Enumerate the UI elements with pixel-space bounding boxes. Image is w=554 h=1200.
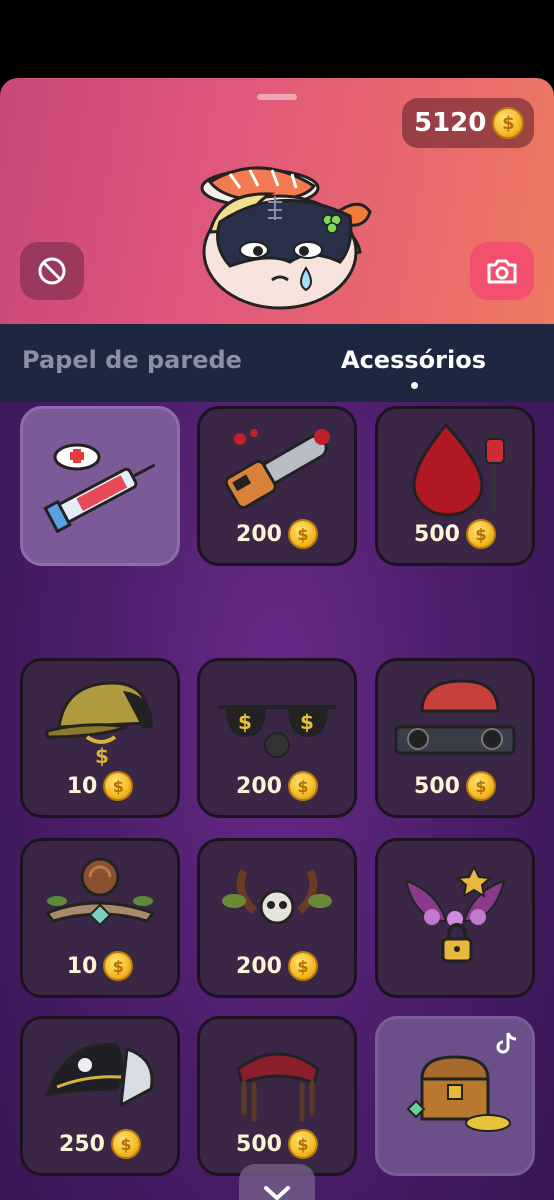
price-value: 500: [414, 521, 460, 547]
price-value: 10: [66, 953, 98, 979]
item-treasure-chest[interactable]: [375, 1016, 535, 1176]
item-dreadlocks-bandana[interactable]: 500: [197, 1016, 357, 1176]
cap-icon: $: [45, 681, 153, 768]
item-price: 10: [23, 771, 177, 801]
collapse-button[interactable]: [239, 1164, 315, 1200]
price-value: 10: [66, 773, 98, 799]
item-price: 10: [23, 951, 177, 981]
coin-balance: 5120: [402, 98, 534, 148]
accessory-grid: 200 500 $ 10: [0, 402, 554, 1200]
item-price: 250: [23, 1129, 177, 1159]
coin-icon: [287, 1129, 318, 1159]
coin-balance-value: 5120: [414, 108, 487, 138]
avatar-preview: 5120: [0, 78, 554, 324]
price-value: 250: [59, 1131, 105, 1157]
item-forest-crown[interactable]: 10: [20, 838, 180, 998]
coin-icon: [110, 1129, 141, 1159]
bandana-icon: [236, 1052, 320, 1122]
price-value: 500: [236, 1131, 282, 1157]
item-blood-drip[interactable]: 500: [375, 406, 535, 566]
item-price: 200: [200, 519, 354, 549]
avatar-character: [200, 166, 372, 310]
coin-icon: [287, 519, 318, 549]
price-value: 200: [236, 521, 282, 547]
item-gold-cap-chain[interactable]: $ 10: [20, 658, 180, 818]
skull-horns-icon: [222, 869, 332, 925]
lock-icon: [441, 923, 473, 963]
forest-crown-icon: [44, 857, 156, 927]
item-dj-deck-cap[interactable]: 500: [375, 658, 535, 818]
coin-icon: [287, 951, 318, 981]
chainsaw-icon: [224, 429, 330, 510]
sheet-grabber[interactable]: [257, 94, 297, 100]
customization-sheet: 5120 $ Papel de parede Acessórios 200 $ …: [0, 78, 554, 1200]
svg-text:$: $: [300, 710, 314, 734]
coin-icon: [465, 771, 496, 801]
item-price: 500: [378, 519, 532, 549]
item-price: 500: [200, 1129, 354, 1159]
item-price: 500: [378, 771, 532, 801]
chevron-down-icon: [264, 1186, 290, 1200]
coin-icon: [103, 771, 134, 801]
pirate-hat-icon: [44, 1042, 154, 1108]
syringe-icon: [43, 443, 156, 534]
blood-drop-icon: [412, 422, 505, 517]
prohibited-icon: [38, 257, 66, 285]
status-bar-area: [0, 0, 554, 78]
item-dollar-sunglasses[interactable]: $ $ 200: [197, 658, 357, 818]
camera-button[interactable]: [470, 242, 534, 300]
treasure-chest-icon: [406, 1055, 511, 1132]
svg-text:$: $: [238, 710, 252, 734]
tab-wallpaper[interactable]: Papel de parede: [22, 346, 242, 374]
price-value: 500: [414, 773, 460, 799]
item-bloody-chainsaw[interactable]: 200: [197, 406, 357, 566]
category-tabs: Papel de parede Acessórios: [0, 324, 554, 402]
item-skull-horns[interactable]: 200: [197, 838, 357, 998]
item-price: 200: [200, 951, 354, 981]
camera-icon: [487, 259, 517, 284]
item-nurse-syringe[interactable]: [20, 406, 180, 566]
coin-icon: [492, 107, 525, 139]
price-value: 200: [236, 773, 282, 799]
item-fairy-flower-crown[interactable]: [375, 838, 535, 998]
item-pirate-hat[interactable]: 250: [20, 1016, 180, 1176]
remove-accessory-button[interactable]: [20, 242, 84, 300]
tab-accessories[interactable]: Acessórios: [341, 346, 486, 374]
item-price: 200: [200, 771, 354, 801]
coin-icon: [103, 951, 134, 981]
sunglasses-icon: $ $: [218, 705, 336, 758]
svg-text:$: $: [95, 744, 109, 768]
dj-deck-icon: [394, 679, 516, 755]
coin-icon: [287, 771, 318, 801]
coin-icon: [465, 519, 496, 549]
active-tab-indicator: [411, 382, 418, 389]
price-value: 200: [236, 953, 282, 979]
